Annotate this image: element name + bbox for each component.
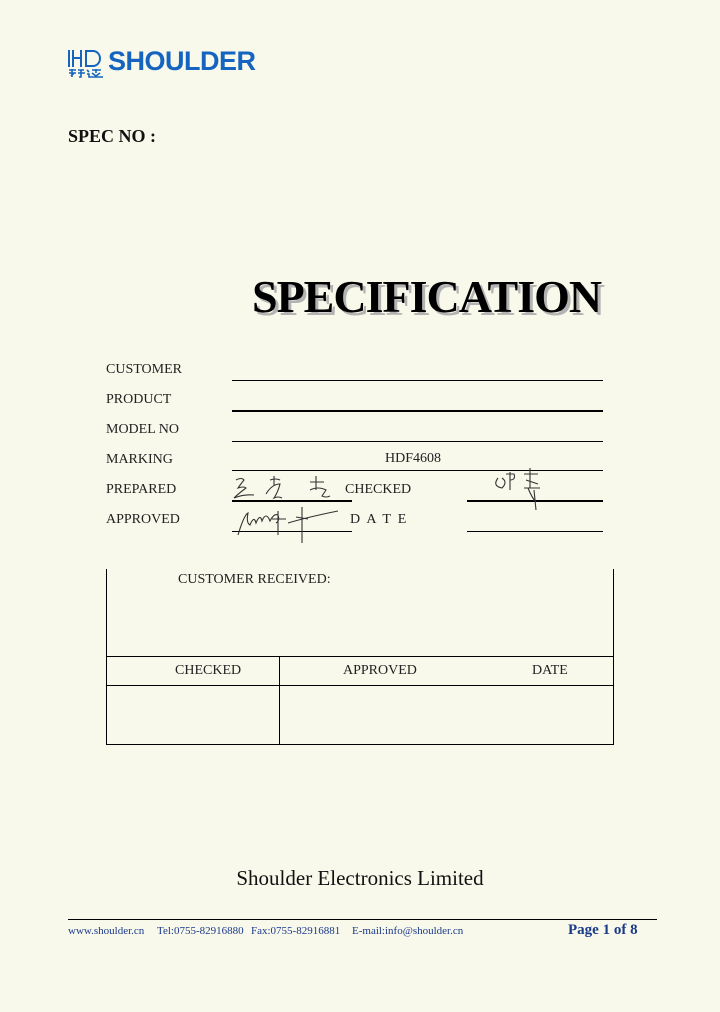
footer-fax: Fax:0755-82916881 (251, 925, 341, 937)
footer-tel: Tel:0755-82916880 (157, 925, 244, 937)
hd-logo-icon (68, 50, 103, 78)
marking-label: MARKING (106, 452, 173, 467)
model-no-field-line (232, 441, 603, 442)
checked-signature-icon (495, 468, 540, 511)
customer-received-label: CUSTOMER RECEIVED: (178, 572, 331, 587)
box-divider (106, 656, 614, 657)
customer-field-line (232, 380, 603, 381)
date-field-line (467, 531, 603, 532)
box-date-header: DATE (532, 663, 568, 678)
customer-received-box (106, 569, 614, 745)
company-logo-mark (68, 48, 104, 78)
model-no-label: MODEL NO (106, 422, 179, 437)
checked-label: CHECKED (345, 482, 412, 497)
prepared-label: PREPARED (106, 482, 177, 497)
company-name: Shoulder Electronics Limited (236, 866, 484, 890)
page-title: SPECIFICATION (252, 271, 602, 322)
page-number: Page 1 of 8 (568, 922, 638, 938)
box-divider (106, 685, 614, 686)
product-field-line (232, 410, 603, 412)
box-approved-header: APPROVED (343, 663, 417, 678)
box-checked-header: CHECKED (175, 663, 242, 678)
marking-value: HDF4608 (385, 451, 442, 466)
customer-label: CUSTOMER (106, 362, 182, 377)
date-label: D A T E (350, 512, 407, 527)
prepared-signature-icon (233, 476, 331, 500)
spec-no-label: SPEC NO : (68, 126, 157, 146)
footer-website-link[interactable]: www.shoulder.cn (68, 925, 144, 937)
approved-signature-icon (237, 507, 339, 543)
footer-divider (68, 919, 657, 920)
product-label: PRODUCT (106, 392, 172, 407)
approved-label: APPROVED (106, 512, 180, 527)
company-logo-text: SHOULDER (108, 46, 256, 76)
box-divider (279, 656, 280, 745)
footer-email-link[interactable]: E-mail:info@shoulder.cn (352, 925, 463, 937)
